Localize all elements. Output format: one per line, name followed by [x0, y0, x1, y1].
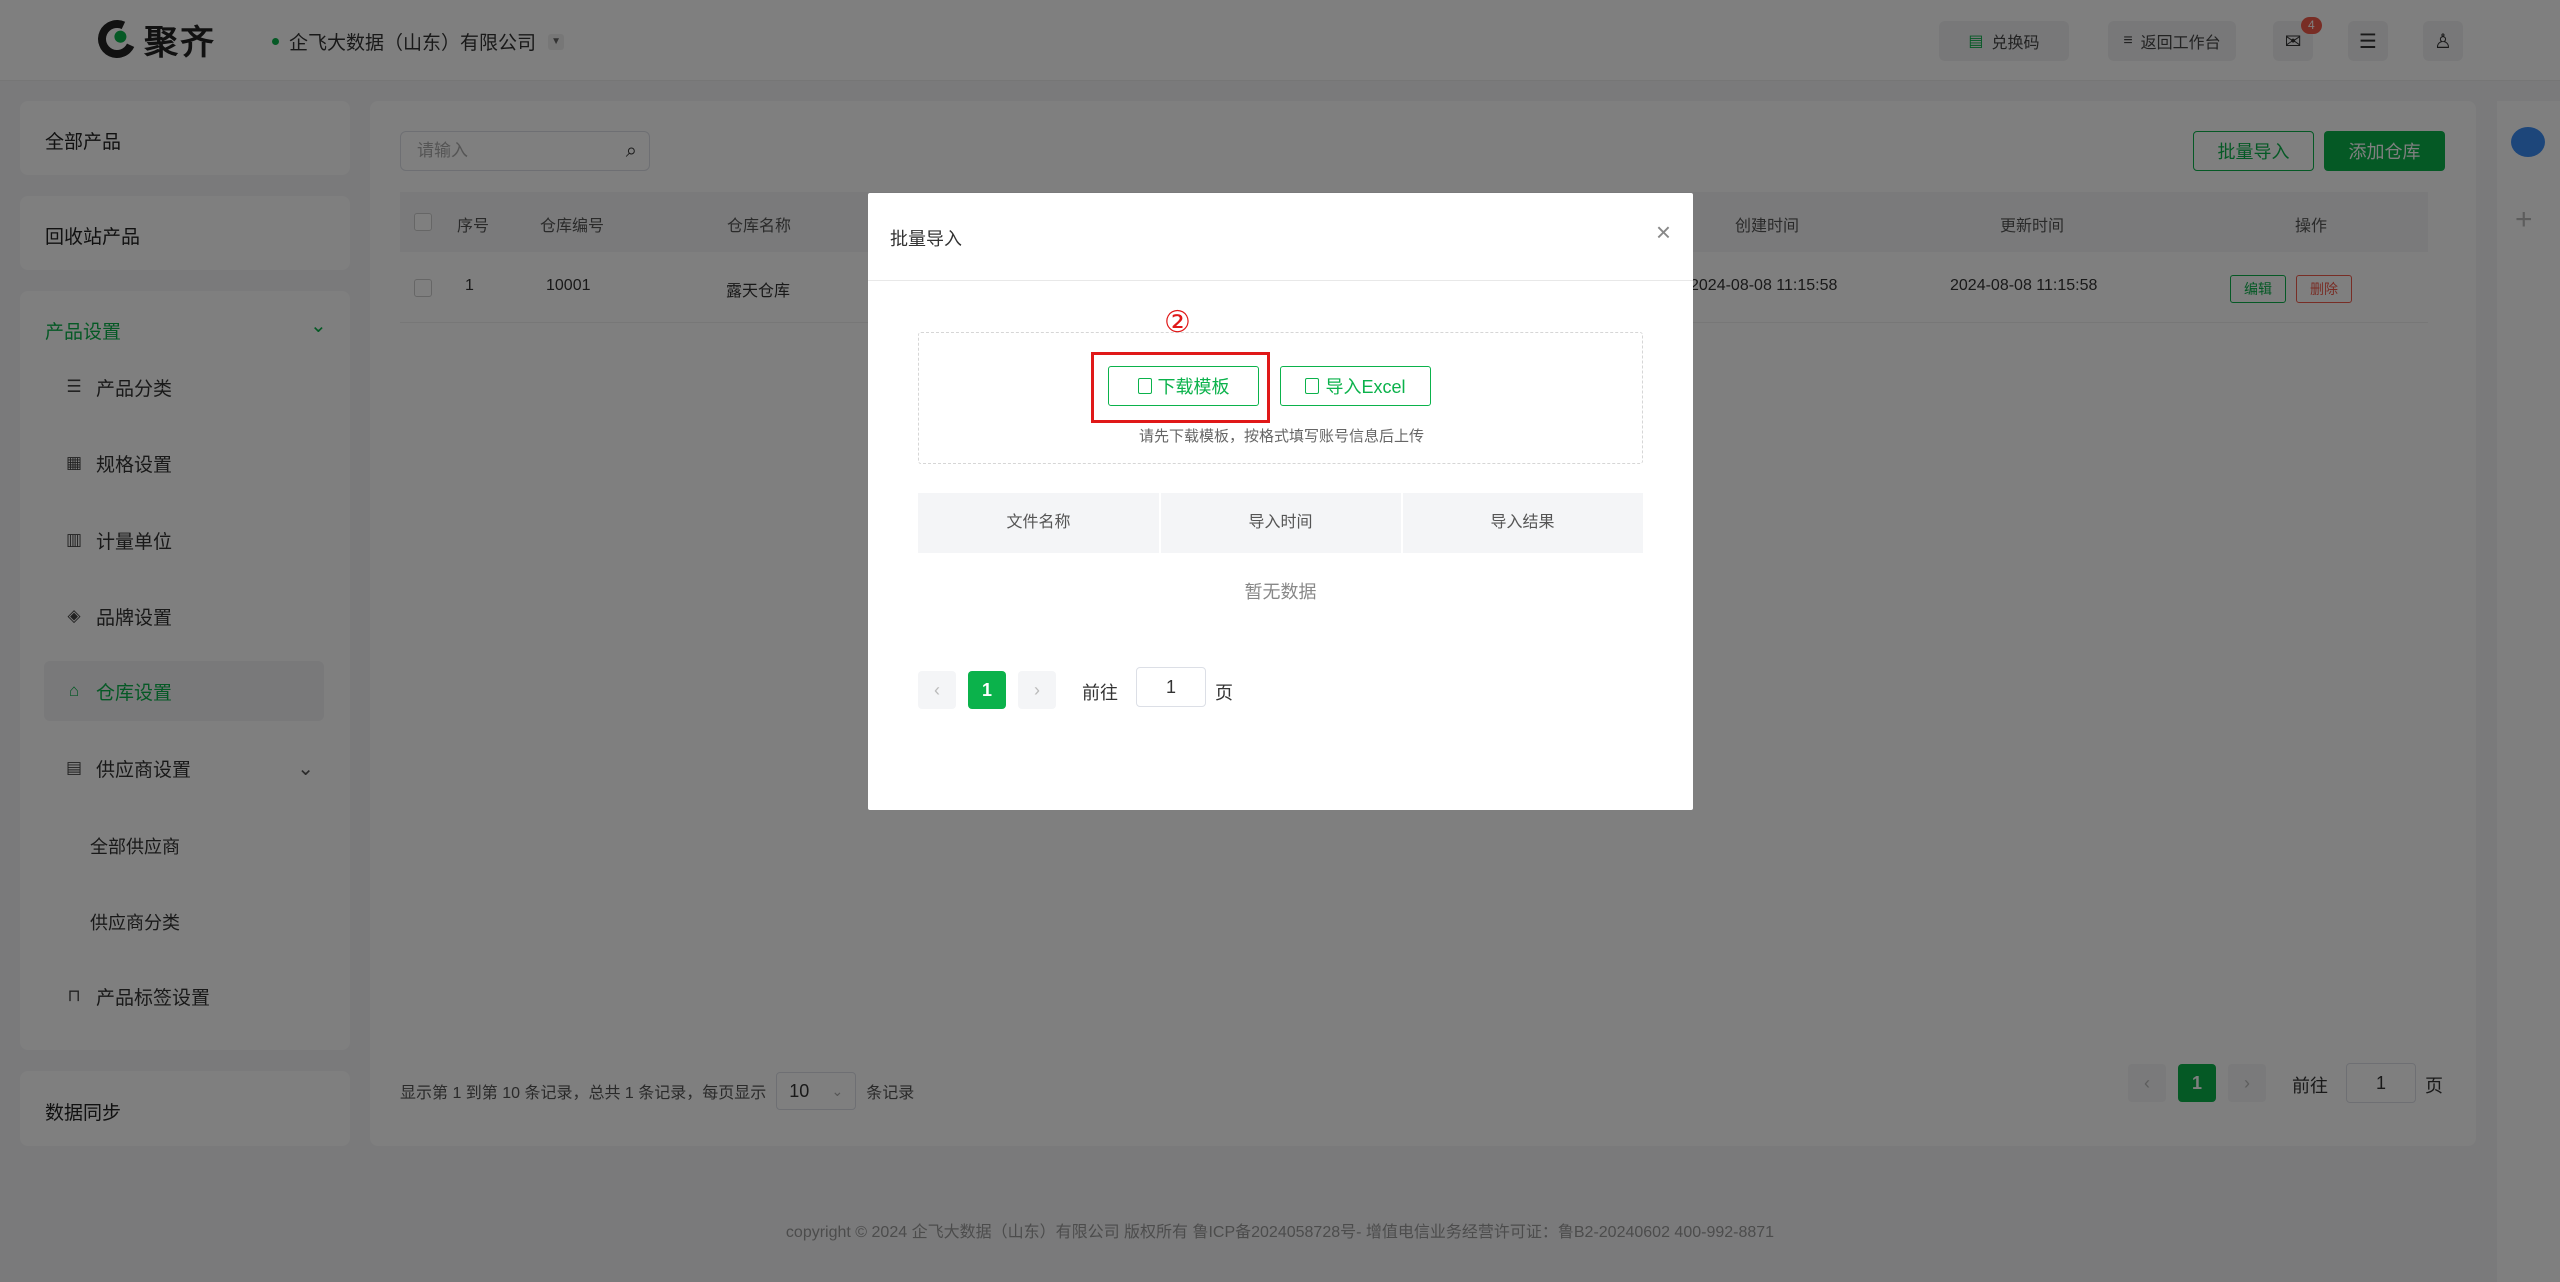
modal-next-page-button[interactable]: › [1018, 671, 1056, 709]
close-icon[interactable]: × [1656, 217, 1671, 248]
annotation-step-marker: ② [1164, 306, 1191, 339]
annotation-highlight-box [1091, 352, 1270, 423]
import-table-header: 文件名称 导入时间 导入结果 [918, 493, 1643, 553]
modal-title: 批量导入 [890, 229, 962, 249]
column-header: 导入结果 [1401, 493, 1642, 553]
import-excel-label: 导入Excel [1325, 377, 1406, 397]
upload-hint: 请先下载模板，按格式填写账号信息后上传 [1138, 428, 1424, 445]
modal-goto-label: 前往 [1082, 683, 1118, 703]
import-excel-button[interactable]: 导入Excel [1280, 366, 1431, 406]
column-header: 导入时间 [1159, 493, 1400, 553]
modal-page-unit-label: 页 [1215, 683, 1233, 703]
upload-dropzone: 下载模板 导入Excel 请先下载模板，按格式填写账号信息后上传 [918, 332, 1643, 464]
batch-import-modal: 批量导入 × 下载模板 导入Excel 请先下载模板，按格式填写账号信息后上传 … [868, 193, 1693, 810]
modal-prev-page-button[interactable]: ‹ [918, 671, 956, 709]
import-icon [1305, 378, 1320, 394]
column-header: 文件名称 [1006, 514, 1071, 531]
modal-divider [868, 280, 1693, 281]
modal-current-page-button[interactable]: 1 [968, 671, 1006, 709]
modal-goto-page-input[interactable]: 1 [1136, 667, 1206, 707]
empty-state: 暂无数据 [1244, 582, 1317, 602]
